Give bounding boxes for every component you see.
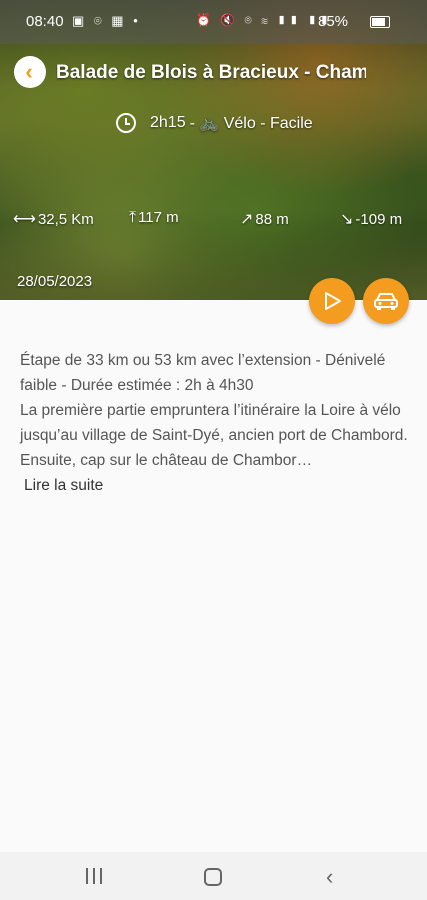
system-nav-bar: ‹ — [0, 852, 427, 900]
hero-image — [0, 0, 427, 300]
hero-overlay — [0, 0, 427, 300]
descent-icon: ↘ — [340, 211, 354, 228]
stat-max-altitude: ⤒ 117 m — [129, 209, 179, 227]
status-bar: 08:40 ▣ ⌾ ▦ • ⏰ 🔇 ⌾ ≋ ▮▮ ▮▮ 85% — [0, 0, 427, 44]
descent-value: -109 m — [355, 211, 403, 228]
chevron-left-icon: ‹ — [25, 59, 33, 84]
play-icon — [325, 292, 341, 310]
notification-icons: ▣ ⌾ ▦ • — [72, 13, 141, 28]
play-button[interactable] — [309, 278, 355, 324]
activity-text: - 🚲 Vélo - Facile — [189, 115, 313, 132]
read-more-link[interactable]: Lire la suite — [24, 477, 103, 494]
nav-back-button[interactable]: ‹ — [326, 864, 333, 890]
altitude-max-icon: ⤒ — [129, 209, 137, 226]
distance-icon: ⟷ — [13, 211, 36, 228]
back-button[interactable]: ‹ — [14, 56, 46, 88]
clock-icon — [116, 113, 136, 133]
home-button[interactable] — [204, 868, 222, 886]
status-time: 08:40 — [26, 13, 64, 30]
description-line-1: Étape de 33 km ou 53 km avec l’extension… — [20, 352, 386, 394]
route-date: 28/05/2023 — [17, 273, 93, 290]
ascent-value: 88 m — [255, 211, 289, 228]
battery-percent: 85% — [318, 13, 349, 30]
page-title: Balade de Blois à Bracieux - Chambord — [56, 62, 366, 83]
ascent-icon: ↗ — [240, 211, 254, 228]
battery-icon — [370, 16, 390, 28]
route-meta: 2h15 - 🚲 Vélo - Facile — [116, 113, 313, 133]
car-icon — [374, 293, 398, 310]
duration-text: 2h15 — [150, 114, 186, 131]
recent-apps-button[interactable] — [86, 868, 102, 884]
car-button[interactable] — [363, 278, 409, 324]
distance-value: 32,5 Km — [37, 211, 94, 228]
stat-ascent: ↗ 88 m — [240, 209, 289, 229]
route-description: Étape de 33 km ou 53 km avec l’extension… — [20, 348, 412, 498]
system-icons: ⏰ 🔇 ⌾ ≋ ▮▮ ▮▮ — [196, 13, 333, 27]
stat-descent: ↘ -109 m — [340, 209, 402, 229]
description-line-2: La première partie empruntera l’itinérai… — [20, 402, 408, 469]
stat-distance: ⟷ 32,5 Km — [13, 209, 94, 229]
altitude-value: 117 m — [138, 209, 179, 226]
